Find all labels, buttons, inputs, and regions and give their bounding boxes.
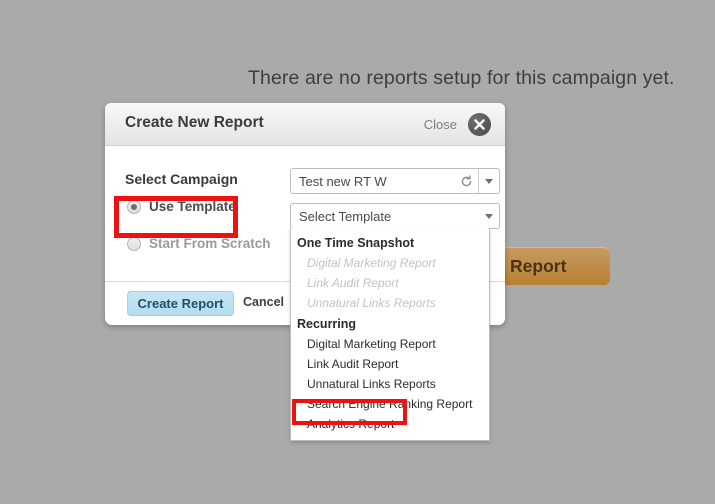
campaign-select-value: Test new RT W — [299, 173, 387, 189]
refresh-icon[interactable] — [454, 174, 478, 188]
empty-state-message: There are no reports setup for this camp… — [248, 67, 675, 89]
dropdown-item[interactable]: Unnatural Links Reports — [291, 374, 489, 394]
template-select-value: Select Template — [299, 208, 392, 224]
select-campaign-label: Select Campaign — [125, 171, 238, 187]
caret-shape — [485, 213, 493, 219]
dropdown-item[interactable]: Digital Marketing Report — [291, 334, 489, 354]
template-select[interactable]: Select Template — [290, 203, 500, 229]
cancel-button[interactable]: Cancel — [243, 295, 284, 309]
dropdown-item: Link Audit Report — [307, 276, 399, 290]
radio-start-from-scratch-label: Start From Scratch — [149, 236, 271, 251]
dropdown-item[interactable]: Link Audit Report — [291, 354, 489, 374]
close-icon[interactable] — [468, 113, 491, 136]
close-label[interactable]: Close — [424, 117, 457, 132]
chevron-down-icon[interactable] — [478, 169, 499, 193]
modal-title: Create New Report — [125, 114, 264, 131]
radio-dot-icon — [127, 199, 141, 214]
radio-dot-icon — [127, 236, 141, 251]
create-report-button[interactable]: Create Report — [127, 291, 234, 316]
chevron-down-icon[interactable] — [479, 204, 499, 228]
dropdown-group-label: One Time Snapshot — [297, 236, 415, 250]
template-dropdown-list: One Time Snapshot Digital Marketing Repo… — [290, 228, 490, 441]
dropdown-item-analytics-report[interactable]: Analytics Report — [291, 414, 489, 434]
dropdown-item[interactable]: Search Engine Ranking Report — [291, 394, 489, 414]
modal-header: Create New Report Close — [105, 103, 505, 146]
dropdown-group-label: Recurring — [297, 317, 357, 331]
dropdown-item: Unnatural Links Reports — [307, 296, 436, 310]
radio-use-template-label: Use Template — [149, 199, 236, 214]
radio-start-from-scratch[interactable]: Start From Scratch — [127, 236, 271, 251]
radio-use-template[interactable]: Use Template — [127, 199, 236, 214]
dropdown-item: Digital Marketing Report — [307, 256, 436, 270]
caret-shape — [485, 178, 493, 184]
campaign-select[interactable]: Test new RT W — [290, 168, 500, 194]
